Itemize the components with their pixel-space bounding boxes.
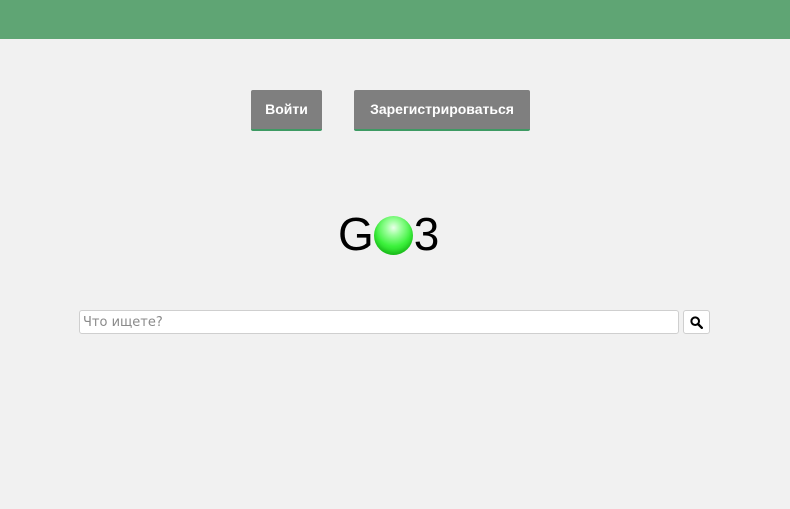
green-ball-icon bbox=[373, 215, 413, 255]
logo-letter-g: G bbox=[338, 208, 374, 260]
logo-letter-3: 3 bbox=[413, 208, 440, 260]
search-button[interactable] bbox=[683, 310, 710, 334]
top-header-bar bbox=[0, 0, 790, 39]
search-icon bbox=[690, 315, 703, 329]
site-logo: G 3 bbox=[338, 209, 439, 259]
login-button[interactable]: Войти bbox=[251, 90, 322, 131]
search-input[interactable] bbox=[79, 310, 679, 334]
register-button[interactable]: Зарегистрироваться bbox=[354, 90, 530, 131]
